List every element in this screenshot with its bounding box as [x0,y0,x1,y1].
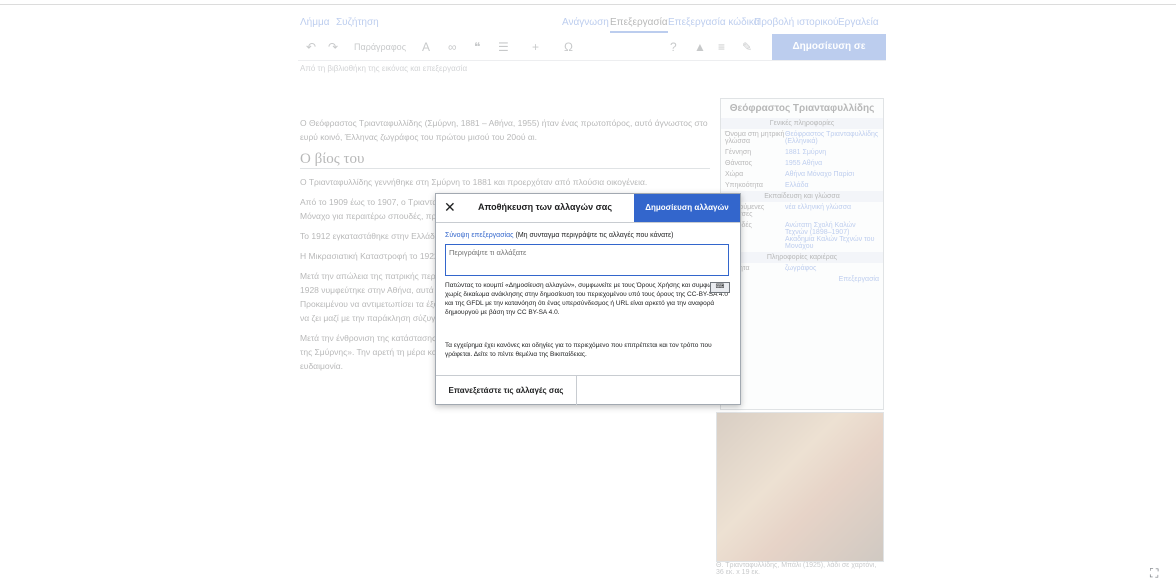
image-caption: Θ. Τριανταφυλλίδης, Μπάλι (1925), λάδι σ… [716,562,877,576]
editor-toolbar: ↶ ↷ Παράγραφος A ∞ ❝ ☰ + Ω ? ▲ ≡ ✎ Δημοσ… [298,34,886,78]
fullscreen-icon[interactable]: ⛶ [1150,566,1158,581]
tab-read[interactable]: Ανάγνωση [562,17,609,28]
infobox: Θεόφραστος Τριανταφυλλίδης Γενικές πληρο… [720,98,884,410]
help-icon[interactable]: ? [670,40,677,54]
tab-talk[interactable]: Συζήτηση [336,17,379,28]
infobox-section-header: Πληροφορίες καριέρας [721,252,883,263]
page-options-icon[interactable]: ≡ [718,40,725,54]
list-icon[interactable]: ☰ [498,40,509,54]
article-intro: Ο Θεόφραστος Τριανταφυλλίδης (Σμύρνη, 18… [300,118,708,142]
tab-edit-source[interactable]: Επεξεργασία κώδικα [668,17,760,28]
link-icon[interactable]: ∞ [448,40,457,54]
redo-icon[interactable]: ↷ [328,40,338,54]
summary-label: Σύνοψη επεξεργασίας (Μη συνταγμα περιγρά… [445,232,673,239]
undo-icon[interactable]: ↶ [306,40,316,54]
warning-icon[interactable]: ▲ [694,40,706,54]
summary-note: (Μη συνταγμα περιγράψτε τις αλλαγές που … [515,232,674,239]
infobox-row: Θάνατος 1955 Αθήνα [725,160,823,167]
infobox-row: ΣπουδέςΑνώτατη Σχολή Καλών Τεχνών (1898–… [725,222,875,250]
tab-tools[interactable]: Εργαλεία [838,17,879,28]
dialog-header: ✕ Αποθήκευση των αλλαγών σας Δημοσίευση … [436,194,740,223]
infobox-title: Θεόφραστος Τριανταφυλλίδης [729,103,875,114]
infobox-row: Χώρα Αθήνα Μόναχο Παρίσι [725,171,855,178]
dialog-footer: Επανεξετάστε τις αλλαγές σας [436,375,740,405]
infobox-section-header: Εκπαίδευση και γλώσσα [721,191,883,202]
review-changes-button[interactable]: Επανεξετάστε τις αλλαγές σας [436,376,577,405]
save-dialog: ✕ Αποθήκευση των αλλαγών σας Δημοσίευση … [435,193,741,405]
cite-icon[interactable]: ❝ [474,40,480,54]
terms-text: Πατώντας το κουμπί «Δημοσίευση αλλαγών»,… [445,282,728,316]
tab-article[interactable]: Λήμμα [300,17,330,28]
paragraph-dropdown[interactable]: Παράγραφος [354,42,406,52]
infobox-edit-link[interactable]: Επεξεργασία [721,274,883,285]
infobox-row: Όνομα στη μητρική γλώσσα Θεόφραστος Τριαν… [725,131,879,145]
infobox-section-header: Γενικές πληροφορίες [721,118,883,129]
publish-changes-button[interactable]: Δημοσίευση αλλαγών [634,194,740,222]
tab-edit[interactable]: Επεξεργασία [610,17,668,33]
dialog-title: Αποθήκευση των αλλαγών σας [478,202,613,212]
article-paragraph: Ο Τριανταφυλλίδης γεννήθηκε στη Σμύρνη τ… [300,177,648,187]
tab-history[interactable]: Προβολή ιστορικού [754,17,839,28]
text-style-icon[interactable]: A [422,40,430,54]
guidelines-text: Τα εγχείρημα έχει κανόνες και οδηγίες γι… [445,342,712,358]
insert-icon[interactable]: + [532,40,539,54]
infobox-row: Υπηκοότητα Ελλάδα [725,182,809,189]
summary-help-link[interactable]: Σύνοψη επεξεργασίας [445,232,514,239]
infobox-row: Ομιλούμενες γλώσσεςνέα ελληνική γλώσσα [725,204,852,218]
edit-summary-input[interactable] [445,244,729,276]
page-tabs: Λήμμα Συζήτηση Ανάγνωση Επεξεργασία Επεξ… [300,14,890,33]
infobox-row: Γέννηση 1881 Σμύρνη [725,149,827,156]
keyboard-icon[interactable]: ⌨ [710,282,730,293]
special-char-icon[interactable]: Ω [564,40,573,54]
close-icon[interactable]: ✕ [444,199,456,216]
edit-mode-icon[interactable]: ✎ [742,40,752,54]
painting-image [716,412,884,562]
infobox-row: Ιδιότηταζωγράφος [725,265,817,272]
section-heading: Ο βίος του [300,152,710,169]
publish-changes-button[interactable]: Δημοσίευση σε αλλαγών... [772,34,886,78]
editor-hint: Από τη βιβλιοθήκη της εικόνας και επεξερ… [300,64,468,73]
